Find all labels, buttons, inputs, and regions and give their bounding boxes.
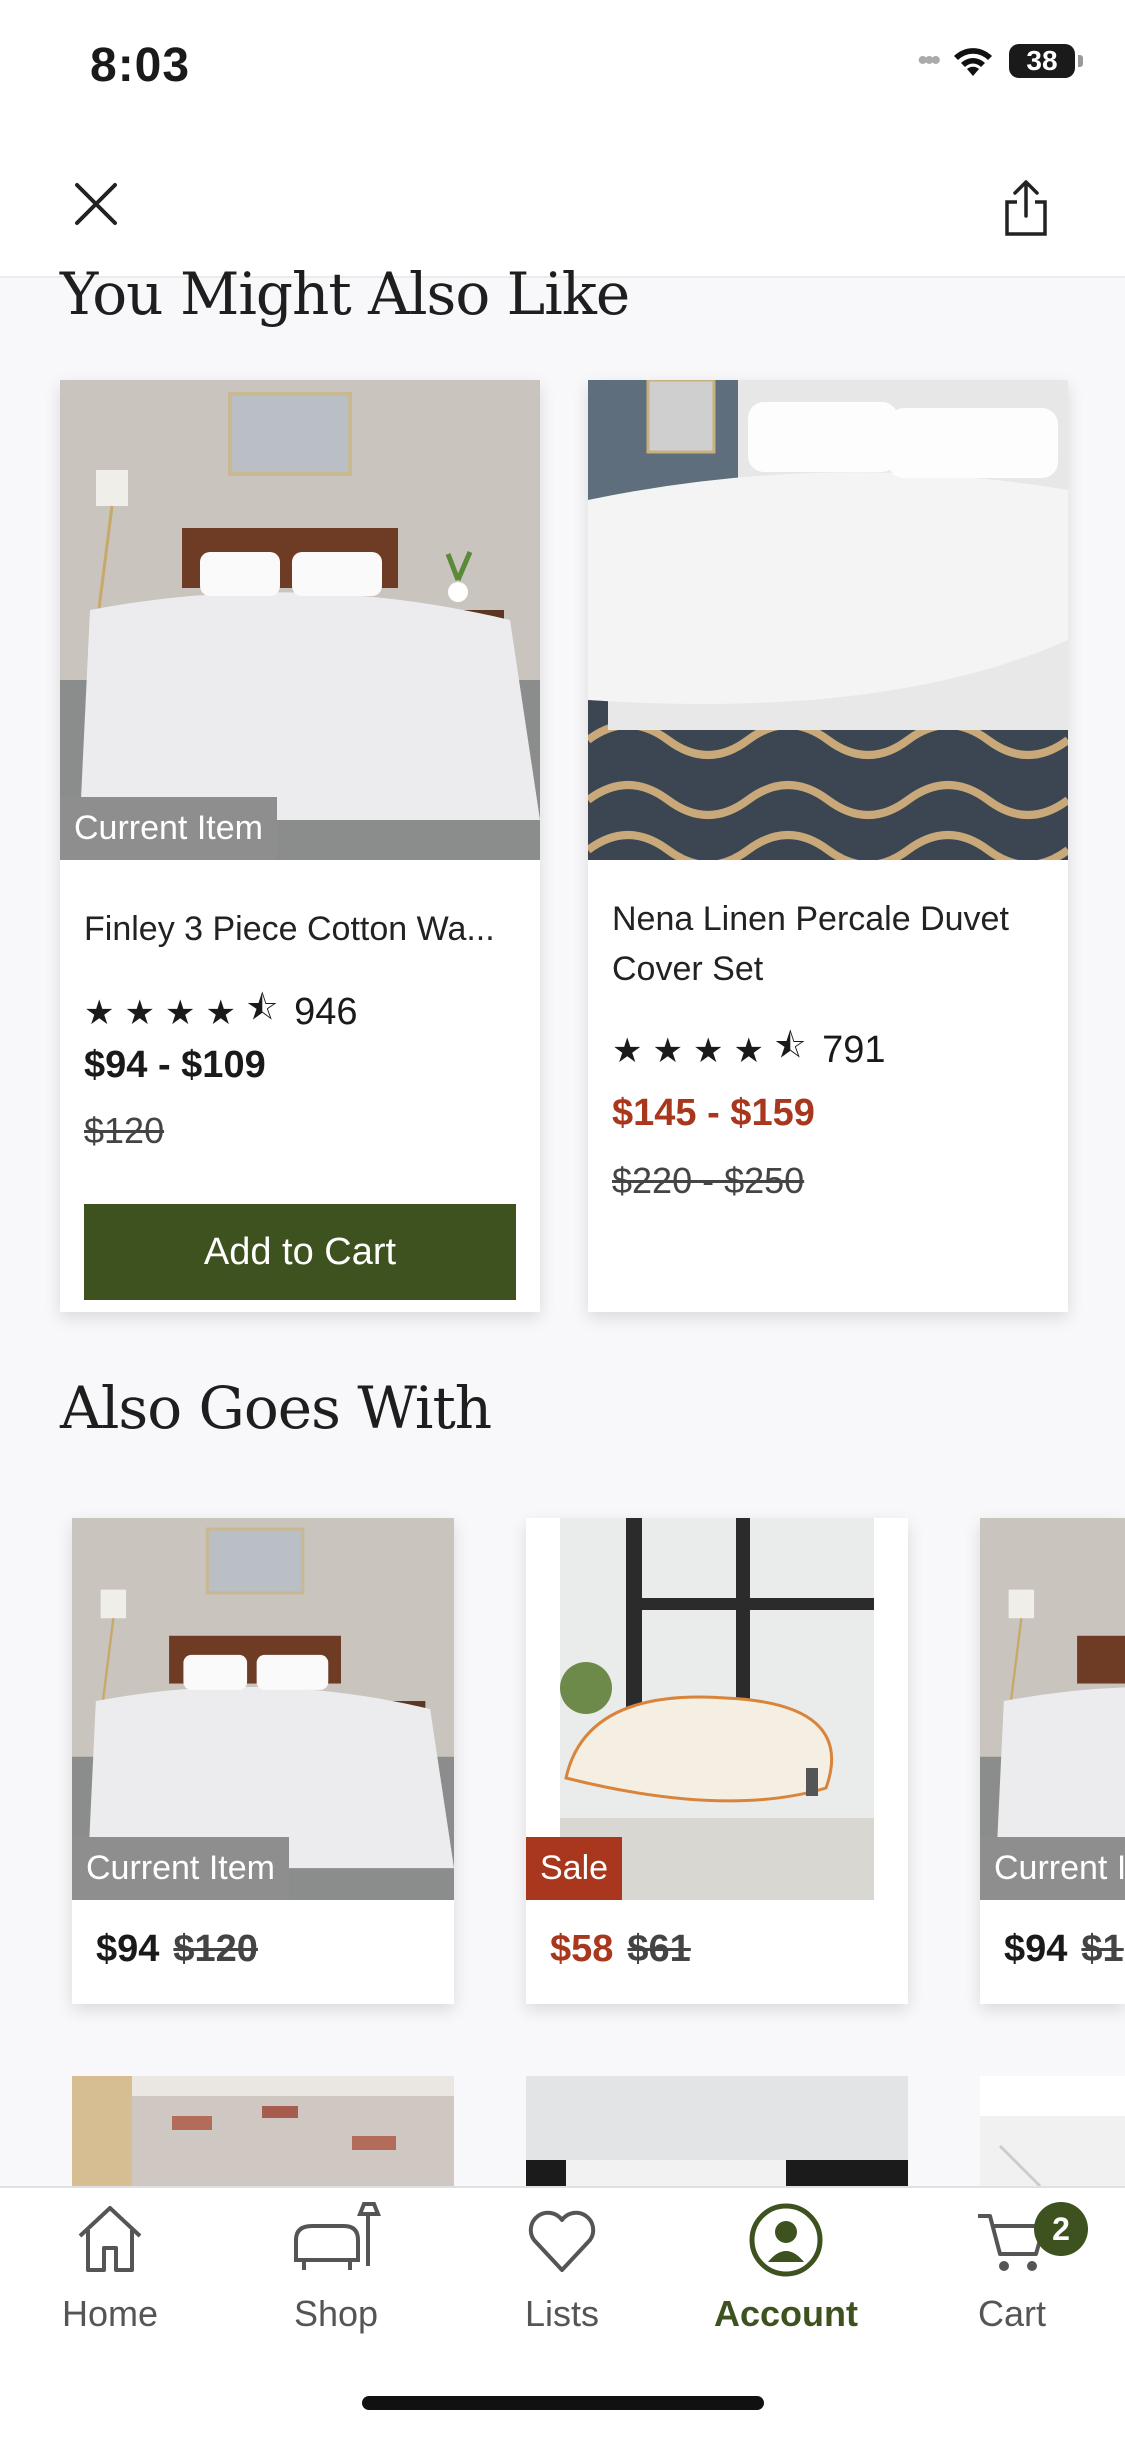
original-price: $220 - $250 bbox=[612, 1160, 805, 1201]
product-image[interactable] bbox=[588, 380, 1068, 860]
nav-lists[interactable]: Lists bbox=[472, 2200, 652, 2335]
product-image bbox=[72, 2076, 454, 2186]
account-icon bbox=[749, 2203, 823, 2277]
product-image[interactable]: Current Item bbox=[72, 1518, 454, 1900]
product-card[interactable]: Sale $58 $61 bbox=[526, 1518, 908, 2004]
bedroom-image bbox=[60, 380, 540, 860]
product-card[interactable]: Current Item Finley 3 Piece Cotton Wa...… bbox=[60, 380, 540, 1312]
star-icon: ★ bbox=[692, 1031, 724, 1070]
wifi-icon bbox=[954, 48, 992, 76]
star-icon: ★ bbox=[205, 993, 236, 1032]
product-name[interactable]: Nena Linen Percale Duvet Cover Set bbox=[612, 894, 1052, 994]
product-card[interactable]: Nena Linen Percale Duvet Cover Set ★ ★ ★… bbox=[588, 380, 1068, 1312]
close-button[interactable] bbox=[60, 168, 132, 240]
star-icon: ★ bbox=[652, 1031, 683, 1070]
star-icon: ★ bbox=[612, 1031, 643, 1070]
current-item-badge: Current Item bbox=[60, 797, 277, 860]
share-button[interactable] bbox=[990, 168, 1062, 248]
original-price: $120 bbox=[84, 1110, 165, 1151]
close-icon bbox=[75, 183, 117, 225]
shop-icon bbox=[294, 2202, 381, 2270]
nav-home[interactable]: Home bbox=[20, 2200, 200, 2335]
product-card[interactable] bbox=[980, 2076, 1125, 2186]
price-row: $58 $61 bbox=[550, 1928, 691, 1971]
product-card[interactable] bbox=[526, 2076, 908, 2186]
original-price: $1 bbox=[1081, 1928, 1124, 1970]
star-icon: ★ bbox=[124, 993, 155, 1032]
heart-icon bbox=[528, 2210, 596, 2272]
product-image[interactable]: Current I bbox=[980, 1518, 1125, 1900]
review-count: 791 bbox=[822, 1029, 886, 1071]
price: $94 - $109 bbox=[84, 1044, 266, 1086]
status-icons: ••• 38 bbox=[917, 44, 1083, 78]
duvet-bed-image bbox=[588, 380, 1068, 860]
signal-icon: ••• bbox=[917, 44, 940, 77]
current-item-badge: Current Item bbox=[72, 1837, 289, 1900]
price: $94 bbox=[96, 1928, 160, 1970]
price: $94 bbox=[1004, 1928, 1068, 1970]
product-card[interactable] bbox=[72, 2076, 454, 2186]
star-icon: ★ bbox=[164, 993, 196, 1032]
sale-badge: Sale bbox=[526, 1837, 623, 1900]
rating-stars: ★ ★ ★ ★ ⯪ 946 bbox=[84, 984, 358, 1041]
price-row: $94 $1 bbox=[1004, 1928, 1124, 1971]
sale-price: $145 - $159 bbox=[612, 1092, 815, 1134]
nav-shop[interactable]: Shop bbox=[246, 2200, 426, 2335]
half-star-icon: ⯪ bbox=[245, 989, 279, 1027]
product-name[interactable]: Finley 3 Piece Cotton Wa... bbox=[84, 904, 524, 954]
product-image bbox=[526, 2076, 908, 2186]
product-image[interactable]: Current Item bbox=[60, 380, 540, 860]
product-card[interactable]: Current Item $94 $120 bbox=[72, 1518, 454, 2004]
price-row: $94 $120 bbox=[96, 1928, 258, 1971]
nav-label: Cart bbox=[977, 2293, 1046, 2334]
review-count: 946 bbox=[294, 991, 358, 1033]
original-price: $120 bbox=[173, 1928, 258, 1970]
nav-label: Shop bbox=[293, 2293, 379, 2334]
product-image[interactable]: Sale bbox=[526, 1518, 908, 1900]
rating-stars: ★ ★ ★ ★ ⯪ 791 bbox=[612, 1022, 886, 1079]
home-icon bbox=[78, 2206, 142, 2272]
star-icon: ★ bbox=[733, 1031, 764, 1070]
star-icon: ★ bbox=[84, 993, 115, 1032]
sale-price: $58 bbox=[550, 1928, 614, 1970]
header bbox=[0, 140, 1125, 278]
nav-label: Lists bbox=[524, 2293, 600, 2334]
section-title-you-might-also-like: You Might Also Like bbox=[60, 260, 630, 328]
add-to-cart-button[interactable]: Add to Cart bbox=[84, 1204, 516, 1300]
original-price: $61 bbox=[627, 1928, 691, 1970]
current-item-badge: Current I bbox=[980, 1837, 1125, 1900]
nav-label: Home bbox=[61, 2293, 159, 2334]
product-image bbox=[980, 2076, 1125, 2186]
status-time: 8:03 bbox=[90, 39, 191, 92]
section-title-also-goes-with: Also Goes With bbox=[60, 1374, 492, 1442]
home-indicator[interactable] bbox=[362, 2396, 764, 2410]
share-icon bbox=[1005, 180, 1047, 236]
nav-account[interactable]: Account bbox=[696, 2200, 876, 2335]
battery-icon: 38 bbox=[1009, 44, 1083, 78]
cart-count-badge: 2 bbox=[1034, 2202, 1088, 2256]
product-card[interactable]: Current I $94 $1 bbox=[980, 1518, 1125, 2004]
nav-label: Account bbox=[714, 2293, 858, 2334]
half-star-icon: ⯪ bbox=[773, 1027, 807, 1065]
